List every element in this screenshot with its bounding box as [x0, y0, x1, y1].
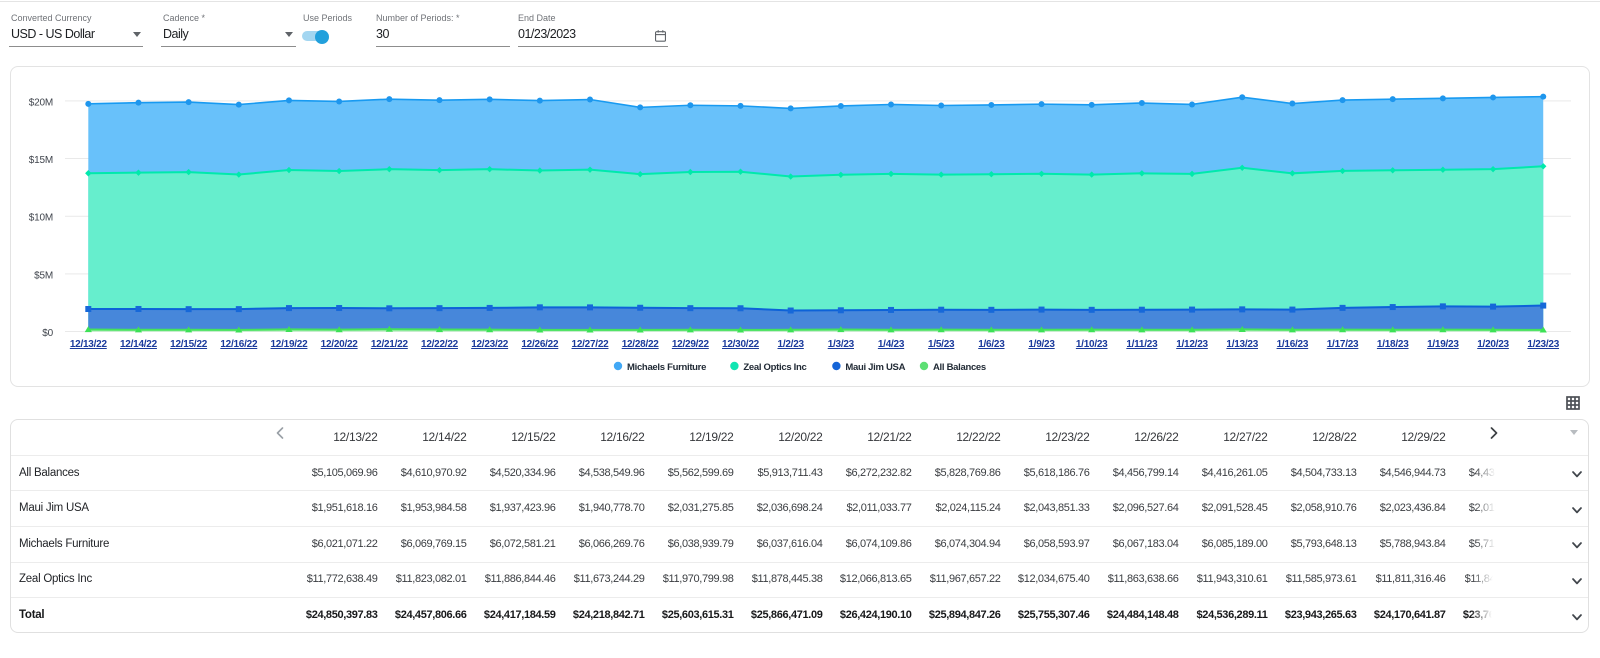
svg-text:12/30/22: 12/30/22: [722, 339, 760, 350]
svg-text:1/16/23: 1/16/23: [1277, 339, 1309, 350]
svg-text:1/4/23: 1/4/23: [878, 339, 905, 350]
svg-text:12/22/22: 12/22/22: [421, 339, 459, 350]
svg-text:$20M: $20M: [29, 97, 53, 108]
svg-text:1/11/23: 1/11/23: [1126, 339, 1158, 350]
svg-text:1/19/23: 1/19/23: [1427, 339, 1459, 350]
svg-text:1/6/23: 1/6/23: [978, 339, 1005, 350]
svg-text:12/29/22: 12/29/22: [672, 339, 710, 350]
svg-text:$5M: $5M: [34, 270, 53, 281]
svg-text:Michaels Furniture: Michaels Furniture: [627, 362, 706, 373]
svg-text:12/14/22: 12/14/22: [120, 339, 158, 350]
svg-text:12/13/22: 12/13/22: [70, 339, 108, 350]
svg-text:1/2/23: 1/2/23: [778, 339, 805, 350]
svg-text:1/20/23: 1/20/23: [1477, 339, 1509, 350]
svg-text:12/21/22: 12/21/22: [371, 339, 409, 350]
svg-text:1/12/23: 1/12/23: [1176, 339, 1208, 350]
svg-text:12/15/22: 12/15/22: [170, 339, 208, 350]
svg-text:12/28/22: 12/28/22: [622, 339, 660, 350]
svg-text:1/13/23: 1/13/23: [1226, 339, 1258, 350]
svg-text:12/19/22: 12/19/22: [271, 339, 309, 350]
svg-text:12/26/22: 12/26/22: [521, 339, 559, 350]
svg-text:1/9/23: 1/9/23: [1028, 339, 1055, 350]
svg-text:1/5/23: 1/5/23: [928, 339, 955, 350]
svg-text:Maui Jim USA: Maui Jim USA: [845, 362, 905, 373]
svg-text:12/23/22: 12/23/22: [471, 339, 509, 350]
svg-text:$10M: $10M: [29, 213, 53, 224]
svg-text:1/18/23: 1/18/23: [1377, 339, 1409, 350]
svg-text:12/20/22: 12/20/22: [321, 339, 359, 350]
svg-text:$15M: $15M: [29, 155, 53, 166]
svg-text:$0: $0: [42, 328, 53, 339]
svg-text:1/3/23: 1/3/23: [828, 339, 855, 350]
svg-text:12/16/22: 12/16/22: [220, 339, 258, 350]
svg-text:Zeal Optics Inc: Zeal Optics Inc: [743, 362, 806, 373]
svg-text:1/23/23: 1/23/23: [1527, 339, 1559, 350]
svg-text:All Balances: All Balances: [933, 362, 986, 373]
svg-text:1/10/23: 1/10/23: [1076, 339, 1108, 350]
svg-text:12/27/22: 12/27/22: [572, 339, 610, 350]
svg-text:1/17/23: 1/17/23: [1327, 339, 1359, 350]
